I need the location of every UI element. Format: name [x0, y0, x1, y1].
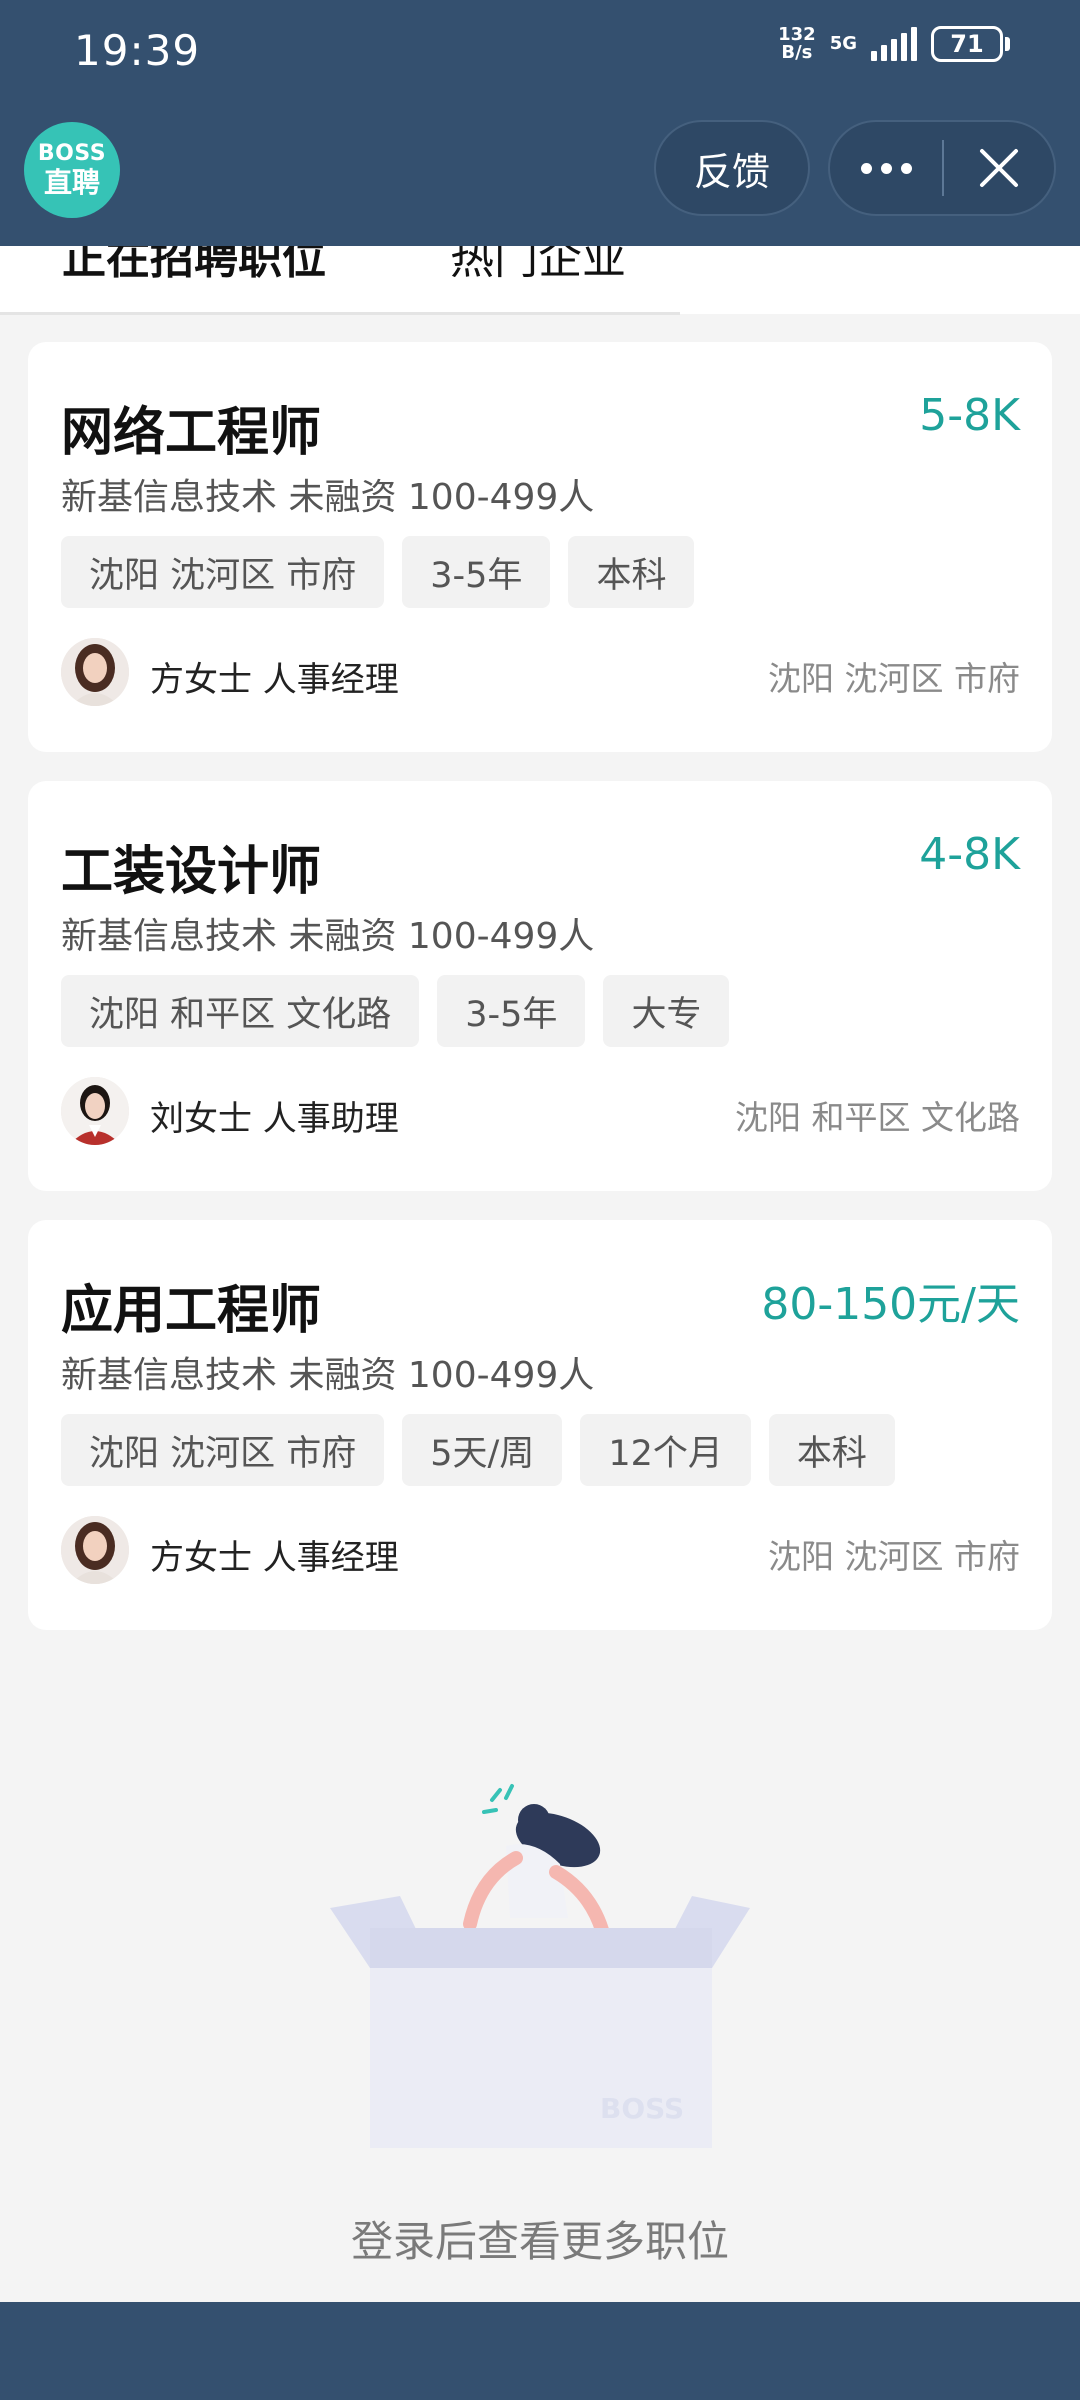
job-tag: 3-5年 [402, 536, 551, 608]
job-location: 沈阳 和平区 文化路 [735, 1098, 1020, 1137]
job-salary: 5-8K [919, 390, 1020, 441]
recruiter-avatar [61, 1077, 129, 1145]
network-speed: 132 B/s [778, 24, 816, 63]
box-brand-label: BOSS [600, 2092, 684, 2125]
recruiter-name: 方女士 人事经理 [150, 1538, 399, 1578]
job-tag: 12个月 [580, 1414, 751, 1486]
bottom-bar [0, 2302, 1080, 2400]
job-tag: 本科 [768, 1414, 895, 1486]
job-tag: 本科 [568, 536, 695, 608]
status-icons: 132 B/s 5G 71 [778, 26, 1010, 62]
network-type: 5G [829, 33, 857, 54]
tab-underline [0, 312, 680, 315]
signal-icon [871, 27, 917, 61]
status-time: 19:39 [74, 26, 201, 75]
login-hint[interactable]: 登录后查看更多职位 [0, 2208, 1080, 2269]
tab-bar: 正在招聘职位 热门企业 [0, 233, 1080, 315]
job-tag: 沈阳 沈河区 市府 [61, 536, 385, 608]
job-card[interactable]: 工装设计师 4-8K 新基信息技术 未融资 100-499人 沈阳 和平区 文化… [28, 781, 1052, 1191]
job-title: 工装设计师 [61, 842, 322, 902]
job-title: 应用工程师 [61, 1281, 322, 1341]
job-tag: 大专 [603, 975, 730, 1047]
company-info: 新基信息技术 未融资 100-499人 [61, 477, 595, 518]
job-tag: 沈阳 和平区 文化路 [61, 975, 420, 1047]
job-tag: 5天/周 [402, 1414, 563, 1486]
recruiter-avatar [61, 638, 129, 706]
boss-logo: BOSS 直聘 [24, 122, 120, 218]
job-tag: 3-5年 [437, 975, 586, 1047]
job-tags: 沈阳 和平区 文化路 3-5年 大专 [61, 975, 730, 1047]
recruiter-avatar [61, 1516, 129, 1584]
job-card[interactable]: 应用工程师 80-150元/天 新基信息技术 未融资 100-499人 沈阳 沈… [28, 1220, 1052, 1630]
job-salary: 4-8K [919, 829, 1020, 880]
empty-box-illustration: BOSS [320, 1768, 760, 2148]
company-info: 新基信息技术 未融资 100-499人 [61, 1355, 595, 1396]
top-bar: 19:39 132 B/s 5G 71 BOSS 直聘 反馈 [0, 0, 1080, 246]
feedback-button[interactable]: 反馈 [654, 120, 810, 216]
job-location: 沈阳 沈河区 市府 [768, 659, 1020, 698]
job-title: 网络工程师 [61, 403, 322, 463]
job-tag: 沈阳 沈河区 市府 [61, 1414, 385, 1486]
job-tags: 沈阳 沈河区 市府 3-5年 本科 [61, 536, 695, 608]
recruiter-name: 刘女士 人事助理 [150, 1099, 399, 1139]
job-tags: 沈阳 沈河区 市府 5天/周 12个月 本科 [61, 1414, 895, 1486]
more-dots-icon[interactable] [830, 162, 942, 174]
job-location: 沈阳 沈河区 市府 [768, 1537, 1020, 1576]
company-info: 新基信息技术 未融资 100-499人 [61, 916, 595, 957]
close-icon[interactable] [944, 147, 1054, 189]
battery-level: 71 [931, 26, 1003, 62]
battery-icon: 71 [931, 26, 1010, 62]
job-salary: 80-150元/天 [761, 1279, 1020, 1330]
job-card[interactable]: 网络工程师 5-8K 新基信息技术 未融资 100-499人 沈阳 沈河区 市府… [28, 342, 1052, 752]
recruiter-name: 方女士 人事经理 [150, 660, 399, 700]
miniapp-capsule [828, 120, 1056, 216]
